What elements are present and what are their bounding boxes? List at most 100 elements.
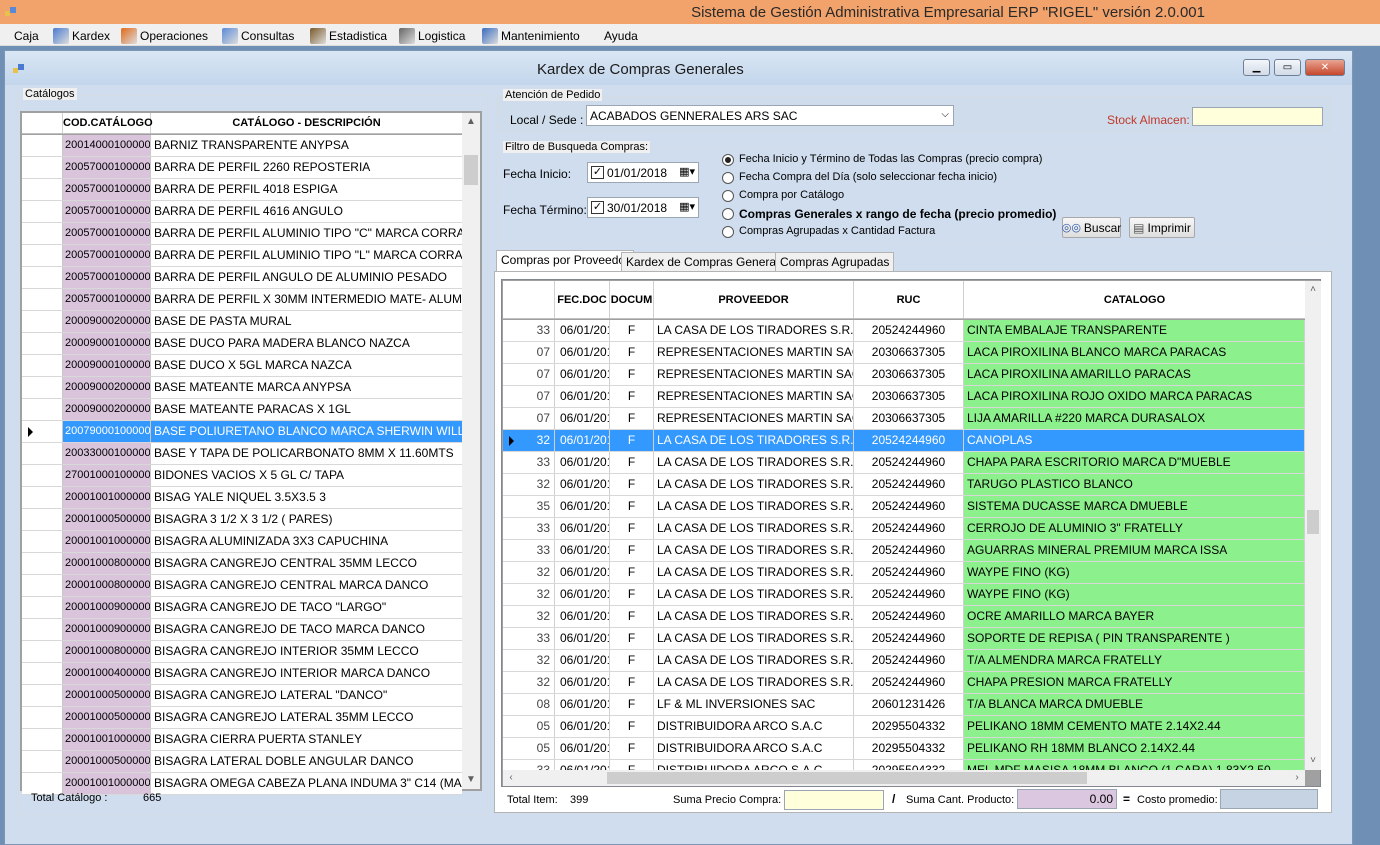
cod-catalogo-cell[interactable]: 2000100100000005: [63, 487, 151, 508]
catalog-row[interactable]: 2000100100000002BISAGRA CIERRA PUERTA ST…: [22, 729, 462, 751]
proveedor-cell[interactable]: REPRESENTACIONES MARTIN SAC: [654, 342, 854, 363]
ruc-cell[interactable]: 20524244960: [854, 606, 964, 627]
compras-row[interactable]: 32 06/01/2018 F LA CASA DE LOS TIRADORES S.…: [503, 474, 1305, 496]
tab-compras-agrupadas[interactable]: Compras Agrupadas: [775, 252, 895, 271]
proveedor-cell[interactable]: REPRESENTACIONES MARTIN SAC: [654, 408, 854, 429]
ruc-cell[interactable]: 20295504332: [854, 738, 964, 759]
menu-estadistica[interactable]: Estadistica: [310, 27, 387, 44]
row-selector[interactable]: [22, 685, 63, 706]
catalog-row[interactable]: 2000900010000003BASE DUCO X 5GL MARCA NA…: [22, 355, 462, 377]
row-selector[interactable]: 32: [503, 562, 555, 583]
ruc-cell[interactable]: 20524244960: [854, 496, 964, 517]
filtro-option-radio[interactable]: [722, 208, 734, 220]
cod-catalogo-cell[interactable]: 2000900010000001: [63, 333, 151, 354]
catalog-row[interactable]: 2000100040000004BISAGRA CANGREJO INTERIO…: [22, 663, 462, 685]
proveedor-cell[interactable]: LA CASA DE LOS TIRADORES S.R.L.: [654, 672, 854, 693]
catalog-row[interactable]: 2000900020000002BASE MATEANTE PARACAS X …: [22, 399, 462, 421]
descripcion-cell[interactable]: BASE POLIURETANO BLANCO MARCA SHERWIN WI…: [151, 421, 462, 442]
row-selector[interactable]: 08: [503, 694, 555, 715]
cod-catalogo-cell[interactable]: 2005700010000002: [63, 179, 151, 200]
row-selector[interactable]: 32: [503, 606, 555, 627]
row-selector[interactable]: [22, 289, 63, 310]
docum-cell[interactable]: F: [610, 386, 654, 407]
fec-doc-cell[interactable]: 06/01/2018: [555, 562, 610, 583]
docum-cell[interactable]: F: [610, 738, 654, 759]
row-selector[interactable]: [22, 487, 63, 508]
proveedor-cell[interactable]: LA CASA DE LOS TIRADORES S.R.L.: [654, 562, 854, 583]
cod-catalogo-cell[interactable]: 2001400010000006: [63, 135, 151, 156]
docum-cell[interactable]: F: [610, 672, 654, 693]
menu-caja[interactable]: Caja: [14, 27, 39, 44]
menu-mantenimiento[interactable]: Mantenimiento: [482, 27, 580, 44]
row-selector[interactable]: [22, 509, 63, 530]
descripcion-cell[interactable]: BASE MATEANTE MARCA ANYPSA: [151, 377, 462, 398]
catalog-row[interactable]: 2000100080000004BISAGRA CANGREJO CENTRAL…: [22, 553, 462, 575]
scroll-thumb[interactable]: [1307, 510, 1319, 534]
compras-row[interactable]: 33 06/01/2018 F LA CASA DE LOS TIRADORES S.…: [503, 320, 1305, 342]
ruc-cell[interactable]: 20524244960: [854, 562, 964, 583]
descripcion-cell[interactable]: BISAGRA CANGREJO LATERAL 35MM LECCO: [151, 707, 462, 728]
ruc-cell[interactable]: 20601231426: [854, 694, 964, 715]
cod-catalogo-cell[interactable]: 2000900020000002: [63, 399, 151, 420]
menu-operaciones[interactable]: Operaciones: [121, 27, 208, 44]
maximize-button[interactable]: ▭: [1274, 59, 1301, 76]
cod-catalogo-cell[interactable]: 2000100080000004: [63, 553, 151, 574]
scroll-down-icon[interactable]: ˅: [1305, 752, 1321, 770]
proveedor-cell[interactable]: LA CASA DE LOS TIRADORES S.R.L.: [654, 452, 854, 473]
proveedor-cell[interactable]: LA CASA DE LOS TIRADORES S.R.L.: [654, 518, 854, 539]
docum-cell[interactable]: F: [610, 540, 654, 561]
row-selector[interactable]: [22, 619, 63, 640]
compras-row[interactable]: 33 06/01/2018 F LA CASA DE LOS TIRADORES S.…: [503, 452, 1305, 474]
ruc-cell[interactable]: 20524244960: [854, 518, 964, 539]
catalogo-cell[interactable]: TARUGO PLASTICO BLANCO: [964, 474, 1305, 495]
fecha-inicio-picker[interactable]: ✓ 01/01/2018 ▦▾: [587, 162, 699, 183]
filtro-option-label[interactable]: Fecha Compra del Día (solo seleccionar f…: [739, 171, 997, 183]
descripcion-cell[interactable]: BASE MATEANTE PARACAS X 1GL: [151, 399, 462, 420]
fecha-termino-checkbox[interactable]: ✓: [591, 201, 604, 214]
catalogo-cell[interactable]: LIJA AMARILLA #220 MARCA DURASALOX: [964, 408, 1305, 429]
proveedor-cell[interactable]: LA CASA DE LOS TIRADORES S.R.L.: [654, 496, 854, 517]
cod-catalogo-cell[interactable]: 2005700010000004: [63, 223, 151, 244]
compras-row[interactable]: 05 06/01/2018 F DISTRIBUIDORA ARCO S.A.C 202…: [503, 716, 1305, 738]
fec-doc-cell[interactable]: 06/01/2018: [555, 628, 610, 649]
cod-catalogo-cell[interactable]: 2000900020000001: [63, 377, 151, 398]
row-selector[interactable]: [22, 399, 63, 420]
ruc-cell[interactable]: 20524244960: [854, 672, 964, 693]
catalog-row[interactable]: 2000100050000007BISAGRA CANGREJO LATERAL…: [22, 685, 462, 707]
col-cod-catalogo[interactable]: COD.CATÁLOGO: [63, 113, 153, 133]
row-selector[interactable]: [22, 201, 63, 222]
compras-row[interactable]: 32 06/01/2018 F LA CASA DE LOS TIRADORES S.…: [503, 562, 1305, 584]
catalog-row[interactable]: 2007900010000001BASE POLIURETANO BLANCO …: [22, 421, 462, 443]
compras-row[interactable]: 07 06/01/2018 F REPRESENTACIONES MARTIN SAC…: [503, 342, 1305, 364]
row-selector[interactable]: [22, 135, 63, 156]
costo-promedio-field[interactable]: [1220, 789, 1318, 809]
catalogo-cell[interactable]: LACA PIROXILINA AMARILLO PARACAS: [964, 364, 1305, 385]
row-selector[interactable]: 35: [503, 496, 555, 517]
row-selector[interactable]: [22, 157, 63, 178]
cod-catalogo-cell[interactable]: 2000100080000005: [63, 641, 151, 662]
descripcion-cell[interactable]: BARRA DE PERFIL 4616 ANGULO: [151, 201, 462, 222]
docum-cell[interactable]: F: [610, 408, 654, 429]
descripcion-cell[interactable]: BASE DUCO PARA MADERA BLANCO NAZCA: [151, 333, 462, 354]
catalog-row[interactable]: 2000900010000001BASE DUCO PARA MADERA BL…: [22, 333, 462, 355]
fec-doc-cell[interactable]: 06/01/2018: [555, 386, 610, 407]
row-selector[interactable]: 32: [503, 474, 555, 495]
catalog-row[interactable]: 2000100050000008BISAGRA LATERAL DOBLE AN…: [22, 751, 462, 773]
cod-catalogo-cell[interactable]: 2000100100000001: [63, 531, 151, 552]
compras-row[interactable]: 05 06/01/2018 F DISTRIBUIDORA ARCO S.A.C 202…: [503, 738, 1305, 760]
fec-doc-cell[interactable]: 06/01/2018: [555, 694, 610, 715]
filtro-option-radio[interactable]: [722, 154, 734, 166]
row-selector[interactable]: 32: [503, 430, 555, 451]
proveedor-cell[interactable]: LF & ML INVERSIONES SAC: [654, 694, 854, 715]
ruc-cell[interactable]: 20524244960: [854, 628, 964, 649]
proveedor-cell[interactable]: LA CASA DE LOS TIRADORES S.R.L.: [654, 474, 854, 495]
catalog-grid[interactable]: COD.CATÁLOGO CATÁLOGO - DESCRIPCIÓN 2001…: [20, 111, 482, 795]
menu-logistica[interactable]: Logistica: [399, 27, 465, 44]
descripcion-cell[interactable]: BISAGRA OMEGA CABEZA PLANA INDUMA 3" C14…: [151, 773, 462, 794]
descripcion-cell[interactable]: BARRA DE PERFIL X 30MM INTERMEDIO MATE- …: [151, 289, 462, 310]
suma-precio-field[interactable]: [784, 790, 884, 810]
catalogo-cell[interactable]: LACA PIROXILINA BLANCO MARCA PARACAS: [964, 342, 1305, 363]
docum-cell[interactable]: F: [610, 628, 654, 649]
catalogo-cell[interactable]: SOPORTE DE REPISA ( PIN TRANSPARENTE ): [964, 628, 1305, 649]
filtro-option-label[interactable]: Compras Agrupadas x Cantidad Factura: [739, 225, 935, 237]
